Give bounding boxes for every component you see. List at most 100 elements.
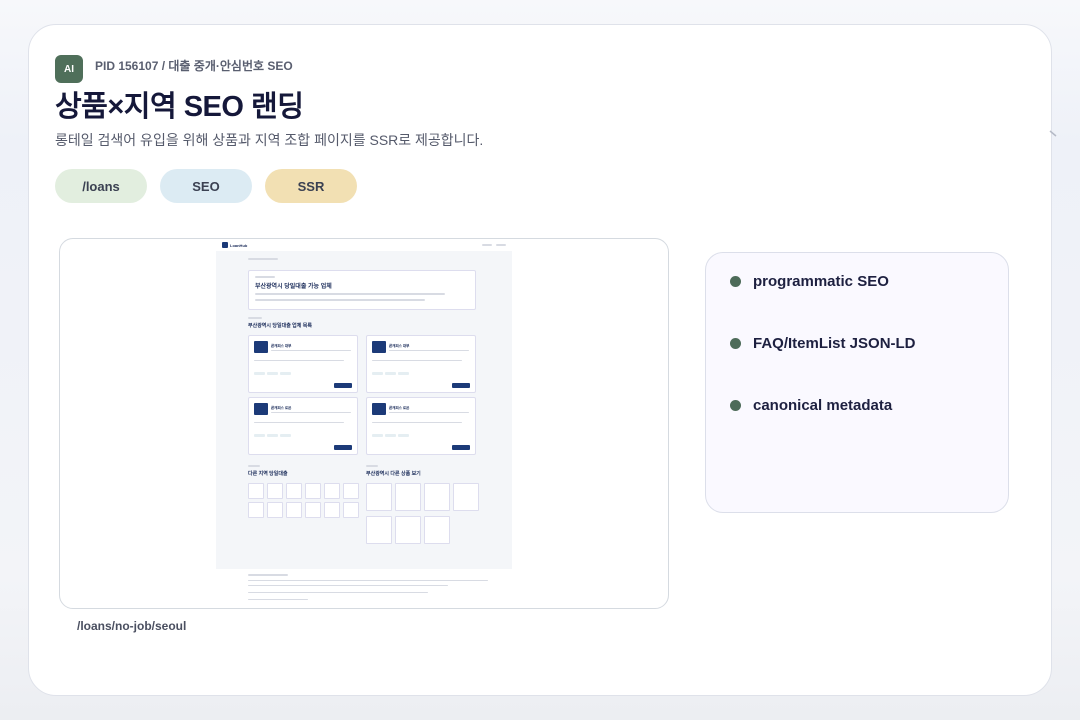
mini-lender-card: 론캐피스 대부 bbox=[366, 335, 476, 393]
mini-lender-desc bbox=[389, 412, 469, 413]
feature-item: canonical metadata bbox=[730, 397, 892, 414]
mini-hero: 부산광역시 당일대출 가능 업체 bbox=[248, 270, 476, 310]
mini-product-tile bbox=[395, 483, 421, 511]
mini-lender-logo bbox=[372, 341, 386, 353]
mini-lender-name: 론캐피스 대부 bbox=[271, 344, 292, 348]
mini-region-tile bbox=[267, 502, 283, 518]
mini-region-tile bbox=[305, 483, 321, 499]
mini-tag bbox=[385, 372, 396, 375]
mini-breadcrumb bbox=[248, 258, 278, 260]
mini-lender-stats bbox=[372, 360, 462, 361]
feature-item: FAQ/ItemList JSON-LD bbox=[730, 335, 916, 352]
mini-region-tile bbox=[286, 502, 302, 518]
mini-region-tile bbox=[248, 483, 264, 499]
mini-product-tile bbox=[424, 483, 450, 511]
feature-label: canonical metadata bbox=[753, 397, 893, 414]
mini-region-tile bbox=[267, 483, 283, 499]
mini-tag bbox=[280, 372, 291, 375]
feature-label: programmatic SEO bbox=[753, 273, 889, 290]
mini-product-tile bbox=[424, 516, 450, 544]
mini-region-tile bbox=[286, 483, 302, 499]
chevron-icon bbox=[1048, 128, 1062, 142]
mini-tag bbox=[267, 434, 278, 437]
mini-logo-icon bbox=[222, 242, 228, 248]
mini-nav-links bbox=[482, 244, 506, 246]
mini-footer-line bbox=[248, 580, 488, 581]
preview-frame: LoanHub 부산광역시 당일대출 가능 업체 부산광역시 당일대출 업체 목… bbox=[59, 238, 669, 609]
mini-tag bbox=[280, 434, 291, 437]
mini-tag bbox=[372, 434, 383, 437]
bullet-icon bbox=[730, 400, 741, 411]
feature-item: programmatic SEO bbox=[730, 273, 889, 290]
features-panel: programmatic SEO FAQ/ItemList JSON-LD ca… bbox=[705, 252, 1009, 513]
mini-lender-card: 론캐피스 로몬 bbox=[248, 397, 358, 455]
mini-section-eyebrow bbox=[366, 465, 378, 467]
ai-badge: AI bbox=[55, 55, 83, 83]
mini-footer-title bbox=[248, 574, 288, 576]
mini-lender-name: 론캐피스 로몬 bbox=[389, 406, 410, 410]
page-subtitle: 롱테일 검색어 유입을 위해 상품과 지역 조합 페이지를 SSR로 제공합니다… bbox=[55, 132, 484, 148]
mini-footer-line bbox=[248, 585, 448, 586]
mini-region-tile bbox=[324, 502, 340, 518]
mini-lender-card: 론캐피스 로몬 bbox=[366, 397, 476, 455]
mini-apply-button bbox=[334, 445, 352, 450]
page-title: 상품×지역 SEO 랜딩 bbox=[55, 91, 304, 123]
mini-region-tile bbox=[305, 502, 321, 518]
tag-chips: /loans SEO SSR bbox=[55, 169, 357, 203]
mini-navbar: LoanHub bbox=[216, 239, 512, 251]
mini-screenshot: LoanHub 부산광역시 당일대출 가능 업체 부산광역시 당일대출 업체 목… bbox=[216, 239, 512, 569]
mini-apply-button bbox=[452, 445, 470, 450]
mini-lender-stats bbox=[254, 422, 344, 423]
mini-apply-button bbox=[334, 383, 352, 388]
mini-product-tile bbox=[395, 516, 421, 544]
mini-apply-button bbox=[452, 383, 470, 388]
chevron-svg bbox=[1049, 130, 1057, 137]
mini-tag bbox=[385, 434, 396, 437]
mini-region-tile bbox=[324, 483, 340, 499]
mini-product-tile bbox=[453, 483, 479, 511]
mini-lender-name: 론캐피스 대부 bbox=[389, 344, 410, 348]
mini-region-tile bbox=[343, 502, 359, 518]
chip-loans: /loans bbox=[55, 169, 147, 203]
feature-label: FAQ/ItemList JSON-LD bbox=[753, 335, 916, 352]
chip-ssr: SSR bbox=[265, 169, 357, 203]
mini-product-tile bbox=[366, 516, 392, 544]
mini-tag bbox=[254, 372, 265, 375]
mini-other-products-title: 부산광역시 다른 상품 보기 bbox=[366, 471, 421, 477]
mini-nav-link bbox=[482, 244, 492, 246]
mini-hero-title: 부산광역시 당일대출 가능 업체 bbox=[255, 284, 332, 290]
mini-tag bbox=[267, 372, 278, 375]
mini-region-tile bbox=[248, 502, 264, 518]
mini-lender-logo bbox=[372, 403, 386, 415]
mini-logo-text: LoanHub bbox=[230, 242, 248, 248]
mini-tag bbox=[398, 372, 409, 375]
mini-hero-desc bbox=[255, 299, 425, 301]
bullet-icon bbox=[730, 276, 741, 287]
mini-section-title: 부산광역시 당일대출 업체 목록 bbox=[248, 323, 312, 329]
mini-lender-stats bbox=[372, 422, 462, 423]
mini-hero-eyebrow bbox=[255, 276, 275, 278]
mini-section-eyebrow bbox=[248, 317, 262, 319]
project-id: PID 156107 / 대출 중개·안심번호 SEO bbox=[95, 59, 293, 73]
mini-product-tile bbox=[366, 483, 392, 511]
mini-tag bbox=[254, 434, 265, 437]
chip-seo: SEO bbox=[160, 169, 252, 203]
mini-lender-logo bbox=[254, 403, 268, 415]
mini-logo: LoanHub bbox=[222, 242, 247, 248]
mini-region-tile bbox=[343, 483, 359, 499]
mini-lender-card: 론캐피스 대부 bbox=[248, 335, 358, 393]
slide-card: AI PID 156107 / 대출 중개·안심번호 SEO 상품×지역 SEO… bbox=[28, 24, 1052, 696]
mini-lender-logo bbox=[254, 341, 268, 353]
mini-footer-line bbox=[248, 599, 308, 600]
mini-lender-desc bbox=[271, 350, 351, 351]
mini-hero-desc bbox=[255, 293, 445, 295]
mini-lender-name: 론캐피스 로몬 bbox=[271, 406, 292, 410]
mini-other-regions-title: 다른 지역 당일대출 bbox=[248, 471, 288, 477]
mini-tag bbox=[398, 434, 409, 437]
mini-tag bbox=[372, 372, 383, 375]
mini-lender-stats bbox=[254, 360, 344, 361]
mini-lender-desc bbox=[271, 412, 351, 413]
mini-footer-line bbox=[248, 592, 428, 593]
route-path: /loans/no-job/seoul bbox=[77, 619, 187, 633]
mini-lender-desc bbox=[389, 350, 469, 351]
